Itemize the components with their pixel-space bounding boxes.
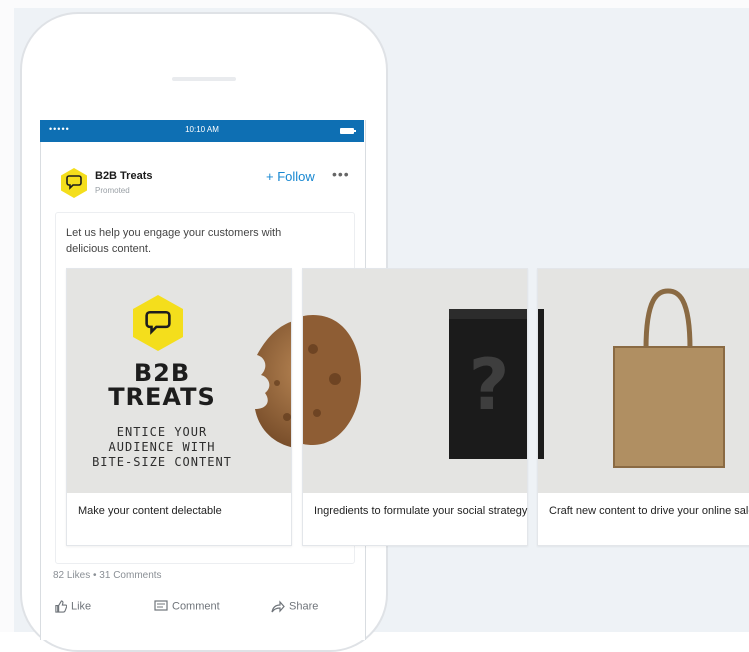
battery-icon: [340, 128, 356, 134]
card-image: [538, 269, 749, 493]
engagement-stats[interactable]: 82 Likes • 31 Comments: [53, 570, 162, 581]
mystery-bag-icon: ?: [449, 309, 527, 459]
card-caption: Ingredients to formulate your social str…: [314, 505, 528, 517]
share-label: Share: [289, 600, 319, 613]
promoted-label: Promoted: [95, 186, 130, 195]
comment-label: Comment: [172, 600, 220, 613]
carousel-card-3[interactable]: Craft new content to drive your online s…: [537, 268, 749, 546]
more-options-icon[interactable]: •••: [332, 166, 350, 182]
cookie-icon: [255, 321, 291, 447]
status-time: 10:10 AM: [185, 125, 219, 134]
brand-title-line2: TREATS: [108, 383, 216, 411]
comment-icon: [154, 600, 168, 611]
cookie-icon: [303, 315, 361, 445]
company-name[interactable]: B2B Treats: [95, 170, 152, 182]
tote-bag-icon: [613, 288, 725, 468]
card-caption: Craft new content to drive your online s…: [549, 505, 749, 517]
tagline-line: AUDIENCE WITH: [108, 440, 216, 454]
tagline-line: BITE-SIZE CONTENT: [92, 455, 232, 469]
thumbs-up-icon: [55, 600, 68, 613]
card-image: B2B TREATS ENTICE YOUR AUDIENCE WITH BIT…: [67, 269, 291, 493]
mystery-bag-edge: [538, 309, 544, 459]
like-button[interactable]: Like: [54, 600, 91, 613]
social-actions: Like Comment Share: [40, 596, 364, 620]
chat-bubble-icon: [66, 175, 82, 190]
comment-button[interactable]: Comment: [154, 600, 220, 613]
like-label: Like: [71, 600, 92, 613]
tagline-line: ENTICE YOUR: [116, 425, 208, 439]
svg-text:?: ?: [469, 344, 510, 426]
carousel-card-1[interactable]: B2B TREATS ENTICE YOUR AUDIENCE WITH BIT…: [66, 268, 292, 546]
carousel-card-2[interactable]: ? Ingredients to formulate your social s…: [302, 268, 528, 546]
card-image: ?: [303, 269, 527, 493]
share-button[interactable]: Share: [271, 600, 318, 613]
status-bar: ••••• 10:10 AM: [40, 120, 364, 142]
phone-speaker: [172, 77, 236, 81]
brand-tagline: ENTICE YOUR AUDIENCE WITH BITE-SIZE CONT…: [87, 425, 237, 470]
card-caption: Make your content delectable: [78, 505, 222, 517]
post-text: Let us help you engage your customers wi…: [66, 227, 282, 255]
share-icon: [271, 600, 285, 613]
chat-bubble-icon: [145, 310, 171, 335]
follow-button[interactable]: + Follow: [266, 169, 315, 184]
